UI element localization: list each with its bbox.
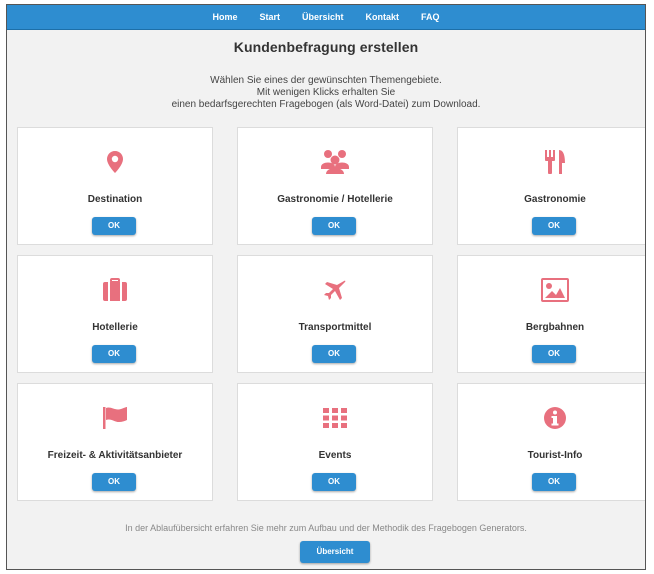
nav-uebersicht[interactable]: Übersicht [302, 12, 344, 22]
airplane-icon [238, 276, 432, 304]
ok-button[interactable]: OK [92, 473, 136, 491]
people-group-icon [238, 148, 432, 176]
card-label: Bergbahnen [525, 322, 585, 333]
nav-home[interactable]: Home [212, 12, 237, 22]
card-label: Events [318, 450, 352, 461]
card-label: Destination [87, 194, 143, 205]
footer-text: In der Ablaufübersicht erfahren Sie mehr… [125, 523, 527, 533]
ok-button[interactable]: OK [312, 217, 356, 235]
ok-button[interactable]: OK [532, 217, 576, 235]
top-navbar: Home Start Übersicht Kontakt FAQ [7, 5, 645, 30]
card-label: Transportmittel [298, 322, 372, 333]
page-frame: Home Start Übersicht Kontakt FAQ Kundenb… [6, 4, 646, 570]
ok-button[interactable]: OK [312, 473, 356, 491]
nav-start[interactable]: Start [259, 12, 280, 22]
page-title: Kundenbefragung erstellen [233, 39, 419, 55]
fork-knife-icon [458, 148, 645, 176]
card-transportmittel: Transportmittel OK [237, 255, 433, 373]
card-gastronomie-hotellerie: Gastronomie / Hotellerie OK [237, 127, 433, 245]
card-tourist-info: Tourist-Info OK [457, 383, 645, 501]
card-freizeit: Freizeit- & Aktivitätsanbieter OK [17, 383, 213, 501]
card-destination: Destination OK [17, 127, 213, 245]
grid-dots-icon [238, 404, 432, 432]
intro-line-1: Wählen Sie eines der gewünschten Themeng… [210, 75, 442, 86]
map-pin-icon [18, 148, 212, 176]
suitcase-icon [18, 276, 212, 304]
card-label: Tourist-Info [527, 450, 583, 461]
card-label: Gastronomie / Hotellerie [277, 194, 393, 205]
intro-line-2: Mit wenigen Klicks erhalten Sie [256, 87, 396, 98]
card-label: Hotellerie [92, 322, 138, 333]
nav-faq[interactable]: FAQ [421, 12, 440, 22]
card-label: Freizeit- & Aktivitätsanbieter [47, 450, 183, 461]
overview-button[interactable]: Übersicht [300, 541, 370, 563]
nav-kontakt[interactable]: Kontakt [366, 12, 400, 22]
picture-icon [458, 276, 645, 304]
card-hotellerie: Hotellerie OK [17, 255, 213, 373]
ok-button[interactable]: OK [92, 217, 136, 235]
card-events: Events OK [237, 383, 433, 501]
card-bergbahnen: Bergbahnen OK [457, 255, 645, 373]
info-icon [458, 404, 645, 432]
ok-button[interactable]: OK [92, 345, 136, 363]
ok-button[interactable]: OK [312, 345, 356, 363]
ok-button[interactable]: OK [532, 345, 576, 363]
ok-button[interactable]: OK [532, 473, 576, 491]
intro-line-3: einen bedarfsgerechten Fragebogen (als W… [171, 99, 481, 110]
card-label: Gastronomie [524, 194, 586, 205]
intro-text: Wählen Sie eines der gewünschten Themeng… [7, 75, 645, 111]
card-gastronomie: Gastronomie OK [457, 127, 645, 245]
flag-icon [18, 404, 212, 432]
